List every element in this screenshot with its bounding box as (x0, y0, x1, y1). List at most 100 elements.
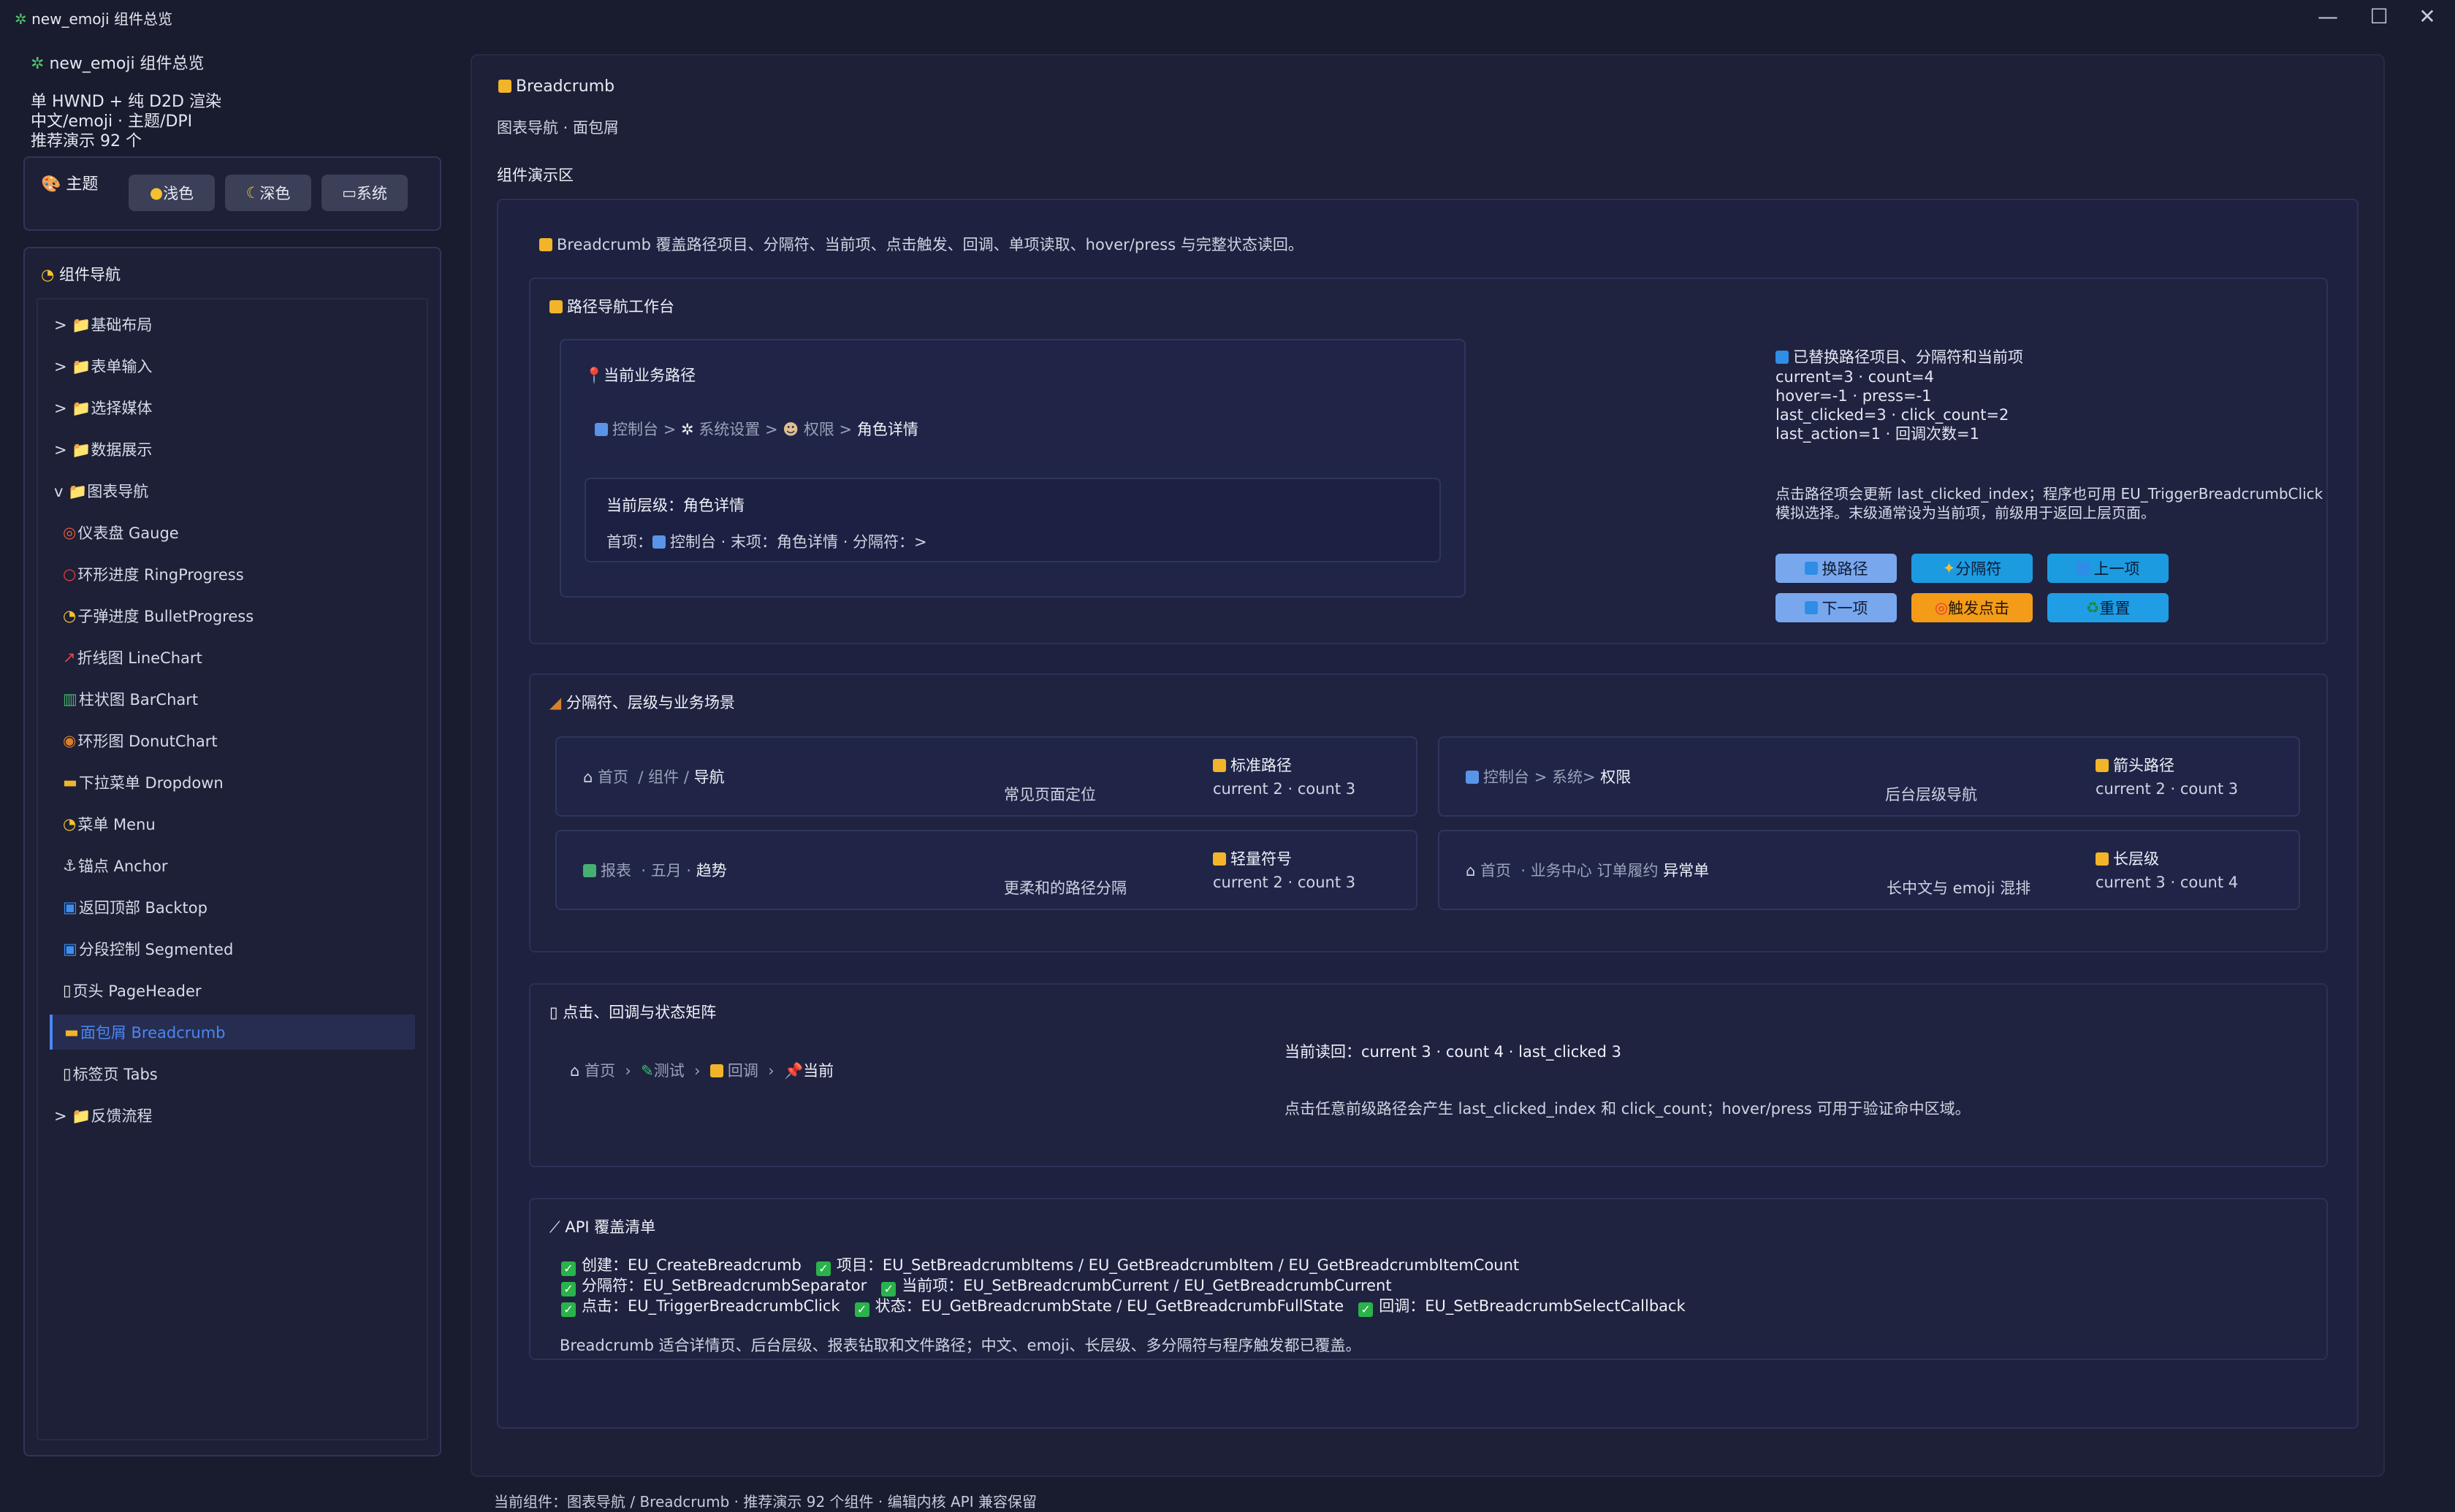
crumb-separator: > (839, 421, 853, 438)
bullet-icon: ◔ (63, 607, 77, 625)
nav-label: ◔ 组件导航 (41, 266, 121, 283)
crumb-separator: › (625, 1062, 631, 1080)
nav-item-page-header[interactable]: ▯ 页头 PageHeader (50, 973, 415, 1008)
nav-item-bullet-progress[interactable]: ◔ 子弹进度 BulletProgress (50, 598, 415, 633)
tabs-icon: ▯ (63, 1065, 72, 1083)
status-bar: 当前组件：图表导航 / Breadcrumb · 推荐演示 92 个组件 · 编… (494, 1493, 1037, 1511)
crumb-item[interactable]: 组件 (648, 768, 679, 786)
close-button[interactable]: ✕ (2404, 3, 2451, 29)
prev-item-button[interactable]: 上一项 (2047, 554, 2169, 583)
folder-icon (1213, 759, 1226, 772)
crumb-current: 异常单 (1663, 862, 1710, 879)
workbench-title: 路径导航工作台 (549, 295, 674, 317)
home-icon: ⌂ (583, 768, 593, 786)
nav-group-form-input[interactable]: > 📁表单输入 (50, 348, 415, 383)
level-detail: 首项： 控制台 · 末项：角色详情 · 分隔符：> (606, 533, 927, 551)
recycle-icon: ♻ (2085, 599, 2100, 616)
nav-item-breadcrumb[interactable]: ▬ 面包屑 Breadcrumb (50, 1015, 415, 1050)
crumb-item[interactable]: 测试 (654, 1062, 685, 1080)
breadcrumb-icon (539, 238, 552, 251)
maximize-button[interactable]: ☐ (2356, 3, 2402, 29)
crumb-separator: · (641, 862, 647, 879)
click-note: 点击任意前级路径会产生 last_clicked_index 和 click_c… (1284, 1100, 1971, 1118)
nav-item-menu[interactable]: ◔ 菜单 Menu (50, 806, 415, 841)
crumb-item[interactable]: 业务中心 (1531, 862, 1592, 879)
nav-group-feedback[interactable]: > 📁反馈流程 (50, 1098, 415, 1133)
intro-text: Breadcrumb 覆盖路径项目、分隔符、当前项、点击触发、回调、单项读取、h… (539, 233, 1303, 255)
status-line: current=3 · count=4 (1775, 368, 1934, 386)
path-title: 📍当前业务路径 (585, 367, 696, 384)
page-subtitle: 图表导航 · 面包屑 (497, 119, 620, 137)
sparkle-icon: ✦ (1942, 560, 1956, 577)
folder-icon (1213, 852, 1226, 866)
theme-light-button[interactable]: ● 浅色 (129, 175, 215, 211)
crumb-separator: / (638, 768, 644, 786)
bread-icon: ◢ (549, 694, 562, 711)
nav-item-ring-progress[interactable]: ○ 环形进度 RingProgress (50, 557, 415, 592)
crumb-item[interactable]: ✲ 系统设置 (681, 421, 760, 438)
scenario-tag: 标准路径 (1213, 754, 1292, 776)
breadcrumb: 控制台 > ✲ 系统设置 > ☻ 权限 > 角色详情 (595, 418, 918, 440)
gear-icon: ✲ (680, 421, 694, 438)
nav-group-data-display[interactable]: > 📁数据展示 (50, 432, 415, 467)
crumb-item[interactable]: 控制台 (595, 421, 658, 438)
theme-label: 🎨 主题 (41, 175, 99, 194)
nav-item-dropdown[interactable]: ▬ 下拉菜单 Dropdown (50, 765, 415, 800)
palette-icon: 🎨 (41, 175, 61, 194)
wand-icon: ⟋ (549, 1218, 560, 1236)
bar-chart-icon: ▥ (63, 690, 77, 708)
crumb-item[interactable]: 五月 (651, 862, 682, 879)
crumb-item[interactable]: ☻ 权限 (783, 421, 834, 438)
crumb-item[interactable]: 订单履约 (1596, 862, 1658, 879)
minimize-button[interactable]: — (2304, 3, 2351, 29)
scenario-caption: 更柔和的路径分隔 (1004, 879, 1127, 897)
app-icon: ✲ (31, 55, 45, 73)
segmented-icon: ▣ (63, 940, 77, 958)
reset-button[interactable]: ♻ 重置 (2047, 593, 2169, 622)
scenario-stat: current 2 · count 3 (1213, 874, 1356, 891)
nav-item-segmented[interactable]: ▣ 分段控制 Segmented (50, 931, 415, 966)
scenario-stat: current 3 · count 4 (2096, 874, 2239, 891)
nav-item-backtop[interactable]: ▣ 返回顶部 Backtop (50, 890, 415, 925)
separator-button[interactable]: ✦ 分隔符 (1911, 554, 2033, 583)
breadcrumb: ⌂ 首页 › ✎测试 › 回调 › 📌当前 (570, 1059, 834, 1081)
home-icon: ⌂ (1466, 862, 1476, 879)
sun-icon: ● (149, 184, 164, 202)
nav-item-bar-chart[interactable]: ▥ 柱状图 BarChart (50, 681, 415, 717)
crumb-item[interactable]: 首页 (585, 1062, 615, 1080)
crumb-item[interactable]: 首页 (598, 768, 628, 786)
scenario-stat: current 2 · count 3 (1213, 780, 1356, 798)
nav-group-basic-layout[interactable]: > 📁基础布局 (50, 307, 415, 342)
crumb-item[interactable]: 报表 (601, 862, 631, 879)
app-icon: ✲ (15, 10, 27, 28)
building-icon (1466, 771, 1479, 784)
person-icon: ☻ (783, 421, 799, 438)
theme-system-button[interactable]: ▭ 系统 (321, 175, 408, 211)
crumb-item[interactable]: 系统 (1552, 768, 1583, 786)
pen-icon: ✎ (641, 1062, 654, 1080)
nav-item-tabs[interactable]: ▯ 标签页 Tabs (50, 1056, 415, 1091)
crumb-separator: › (768, 1062, 774, 1080)
window-title: ✲ new_emoji 组件总览 (15, 10, 172, 28)
api-summary: Breadcrumb 适合详情页、后台层级、报表钻取和文件路径；中文、emoji… (560, 1337, 1361, 1354)
check-icon: ✓ (854, 1302, 869, 1317)
pushpin-icon: 📌 (784, 1062, 804, 1080)
menu-icon: ◔ (63, 815, 77, 833)
nav-item-gauge[interactable]: ◎ 仪表盘 Gauge (50, 515, 415, 550)
crumb-current: 导航 (693, 768, 725, 786)
mouse-icon: ▯ (549, 1004, 558, 1021)
switch-path-button[interactable]: 换路径 (1775, 554, 1897, 583)
crumb-item[interactable]: 首页 (1480, 862, 1511, 879)
crumb-item[interactable]: 回调 (728, 1062, 758, 1080)
nav-item-anchor[interactable]: ⚓ 锚点 Anchor (50, 848, 415, 883)
crumb-item[interactable]: 控制台 (1483, 768, 1529, 786)
nav-item-donut-chart[interactable]: ◉ 环形图 DonutChart (50, 723, 415, 758)
nav-item-line-chart[interactable]: ↗ 折线图 LineChart (50, 640, 415, 675)
info-line: 中文/emoji · 主题/DPI (31, 112, 193, 131)
breadcrumb: ⌂ 首页 · 业务中心 订单履约 异常单 (1466, 859, 1709, 881)
next-item-button[interactable]: 下一项 (1775, 593, 1897, 622)
nav-group-select-media[interactable]: > 📁选择媒体 (50, 390, 415, 425)
theme-dark-button[interactable]: ☾ 深色 (225, 175, 311, 211)
nav-group-chart-nav[interactable]: v 📁图表导航 (50, 473, 415, 508)
trigger-click-button[interactable]: ◎ 触发点击 (1911, 593, 2033, 622)
